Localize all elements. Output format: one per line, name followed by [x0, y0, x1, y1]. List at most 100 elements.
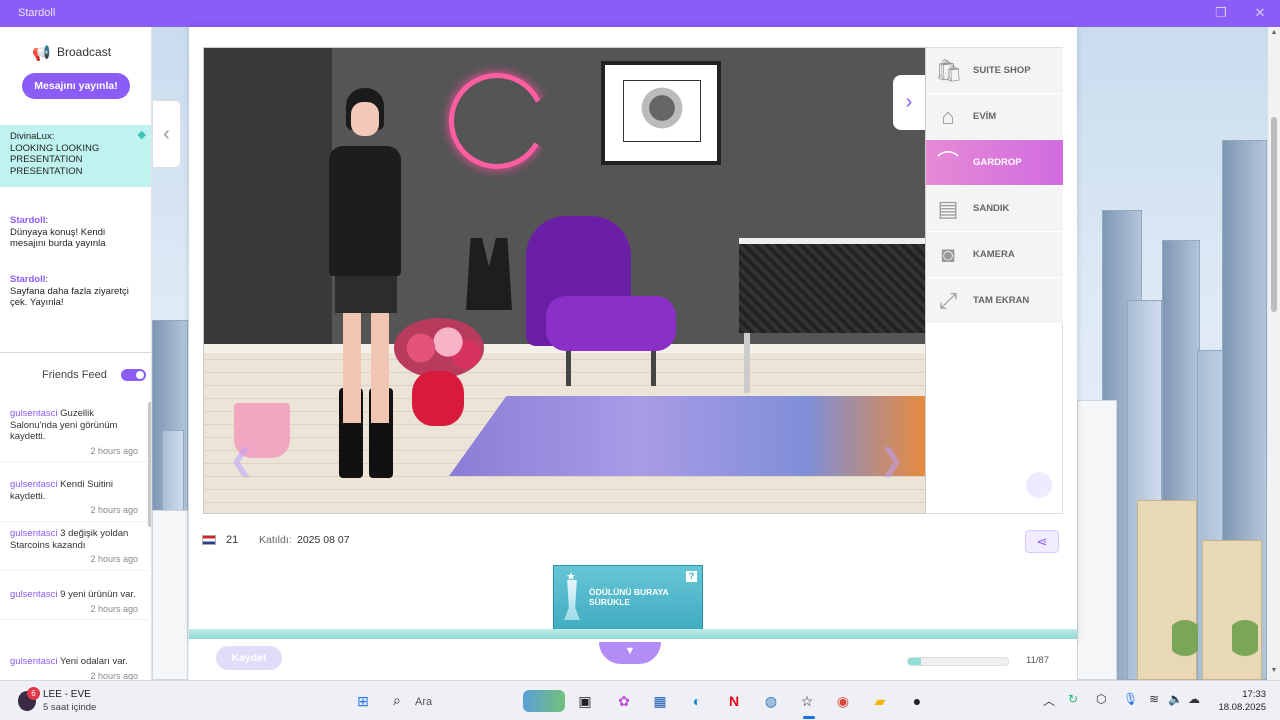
menu-tam-ekran[interactable]: ⤢ TAM EKRAN: [926, 278, 1063, 324]
app-icon[interactable]: ●: [906, 690, 928, 712]
menu-evim[interactable]: ⌂ EVİM: [926, 94, 1063, 140]
feed-user[interactable]: gulsentasci: [10, 589, 58, 600]
joined-date: 2025 08 07: [297, 534, 350, 546]
sync-icon[interactable]: ↻: [1068, 692, 1078, 706]
scroll-down-icon[interactable]: ▼: [1270, 667, 1278, 674]
notification-widget[interactable]: 6 LEE - EVE 5 saat içinde: [18, 687, 138, 717]
page-scrollbar[interactable]: ▲ ▼: [1268, 27, 1280, 680]
friends-feed-toggle[interactable]: [121, 369, 146, 381]
feed-user[interactable]: gulsentasci: [10, 528, 58, 539]
message-user[interactable]: Stardoll: [10, 215, 45, 226]
menu-label: TAM EKRAN: [973, 295, 1030, 306]
netflix-icon[interactable]: N: [723, 690, 745, 712]
globe-icon[interactable]: ◍: [760, 690, 782, 712]
clock[interactable]: 17:33 18.08.2025: [1212, 688, 1266, 714]
joined-label: Katıldı:: [259, 534, 292, 546]
dog-picture-frame[interactable]: [601, 61, 721, 165]
chevron-left-icon: ‹: [163, 123, 170, 145]
notification-badge: 6: [27, 687, 40, 700]
chevron-right-icon: ›: [905, 91, 913, 113]
broadcast-message[interactable]: Stardoll: Dünyaya konuş! Kendi mesajını …: [0, 209, 151, 256]
restore-icon[interactable]: ❐: [1211, 4, 1231, 22]
menu-sandik[interactable]: ▤ SANDIK: [926, 186, 1063, 232]
active-indicator: [803, 716, 815, 719]
help-icon[interactable]: ?: [686, 571, 697, 582]
message-user[interactable]: DivinaLux: [10, 131, 52, 142]
collapse-sidebar-button[interactable]: ‹: [153, 100, 181, 168]
menu-suite-shop[interactable]: 🛍 SUITE SHOP: [926, 48, 1063, 94]
taskbar: 6 LEE - EVE 5 saat içinde ⊞ ⌕ Ara ▣ ✿ ▦ …: [0, 680, 1280, 720]
clock-date: 18.08.2025: [1218, 702, 1266, 713]
suite-menu: 🛍 SUITE SHOP ⌂ EVİM ⌒ GARDROP ▤ SANDIK ◙…: [926, 47, 1063, 514]
chevron-up-icon[interactable]: ︿: [1043, 692, 1055, 709]
feed-text: Yeni odaları var.: [60, 656, 128, 667]
task-view-icon[interactable]: ▣: [574, 690, 596, 712]
feed-item[interactable]: gulsentasci 3 değişik yoldan Starcoins k…: [0, 524, 148, 571]
microphone-icon[interactable]: 🎙: [1123, 692, 1138, 706]
menu-indicator[interactable]: [1026, 472, 1052, 498]
feed-time: 2 hours ago: [90, 603, 138, 614]
feed-time: 2 hours ago: [90, 445, 138, 456]
arrow-right-icon[interactable]: ❯: [879, 443, 904, 478]
chevron-down-icon: ▼: [624, 645, 636, 657]
share-button[interactable]: ⋖: [1025, 530, 1059, 553]
shopping-bag-icon: 🛍: [935, 58, 963, 83]
broadcast-header: 📢 Broadcast: [0, 42, 151, 62]
scroll-up-icon[interactable]: ▲: [1270, 29, 1278, 36]
rug[interactable]: [449, 396, 925, 476]
trophy-icon: [564, 580, 580, 620]
arrow-left-icon[interactable]: ❮: [229, 443, 254, 478]
cabinet[interactable]: [739, 238, 925, 333]
age: 21: [226, 534, 239, 546]
save-button[interactable]: Kaydet: [216, 646, 282, 670]
notification-sub: 5 saat içinde: [43, 702, 97, 713]
feed-user[interactable]: gulsentasci: [10, 408, 58, 419]
feed-user[interactable]: gulsentasci: [10, 656, 58, 667]
windows-start-icon[interactable]: ⊞: [352, 690, 374, 712]
rose-bouquet[interactable]: [394, 318, 484, 378]
file-explorer-icon[interactable]: ▰: [869, 690, 891, 712]
sidebar-scrollbar[interactable]: [148, 402, 151, 527]
publish-message-button[interactable]: Mesajını yayınla!: [22, 73, 130, 99]
feed-user[interactable]: gulsentasci: [10, 479, 58, 490]
feed-item[interactable]: gulsentasci Kendi Suitini kaydetti. 2 ho…: [0, 475, 148, 522]
search-icon: ⌕: [393, 692, 401, 708]
menu-gardrop[interactable]: ⌒ GARDROP: [926, 140, 1063, 186]
feed-time: 2 hours ago: [90, 505, 138, 515]
menu-label: SANDIK: [973, 203, 1010, 214]
feed-item[interactable]: gulsentasci 9 yeni ürünün var. 2 hours a…: [0, 585, 148, 620]
weather-icon[interactable]: ☁: [1188, 692, 1200, 706]
edge-icon[interactable]: ◐: [686, 690, 708, 712]
progress-text: 11/87: [1026, 655, 1050, 666]
volume-icon[interactable]: 🔈: [1168, 692, 1183, 706]
room-next-button[interactable]: ›: [893, 75, 925, 130]
stardoll-star-icon[interactable]: ☆: [796, 690, 818, 712]
title-bar: Stardoll ❐ ✕: [0, 0, 1280, 27]
window-title: Stardoll: [18, 7, 56, 19]
copilot-icon[interactable]: ✿: [613, 690, 635, 712]
award-dropzone[interactable]: ★ ÖDÜLÜNÜ BURAYA SÜRÜKLE ?: [553, 565, 703, 637]
doll-avatar[interactable]: [309, 88, 419, 483]
search-placeholder: Ara: [415, 696, 433, 708]
friends-feed-header: Friends Feed: [0, 367, 151, 383]
chrome-icon[interactable]: ◉: [832, 690, 854, 712]
menu-kamera[interactable]: ◙ KAMERA: [926, 232, 1063, 278]
notification-title: LEE - EVE: [43, 689, 91, 700]
purple-armchair[interactable]: [526, 216, 676, 386]
message-user[interactable]: Stardoll: [10, 274, 45, 285]
chest-icon: ▤: [937, 196, 959, 221]
red-vase[interactable]: [412, 371, 464, 426]
close-icon[interactable]: ✕: [1250, 4, 1270, 22]
network-icon[interactable]: ⬡: [1096, 692, 1106, 706]
expand-button[interactable]: ▼: [599, 642, 661, 664]
feed-item[interactable]: gulsentasci Guzellik Salonu'nda yeni gör…: [0, 404, 148, 462]
bottom-bar: Kaydet ▼ 11/87: [189, 642, 1077, 680]
wifi-icon[interactable]: ≋: [1149, 692, 1159, 706]
widget-image-icon[interactable]: [523, 690, 565, 712]
feed-item[interactable]: gulsentasci Yeni odaları var. 2 hours ag…: [0, 652, 148, 680]
store-icon[interactable]: ▦: [649, 690, 671, 712]
suite-room[interactable]: ❮ ❯ ›: [203, 47, 926, 514]
broadcast-message[interactable]: ◆ DivinaLux: LOOKING LOOKING PRESENTATIO…: [0, 125, 151, 187]
scroll-thumb[interactable]: [1271, 117, 1277, 312]
broadcast-message[interactable]: Stardoll: Sayfana daha fazla ziyaretçi ç…: [0, 268, 151, 315]
